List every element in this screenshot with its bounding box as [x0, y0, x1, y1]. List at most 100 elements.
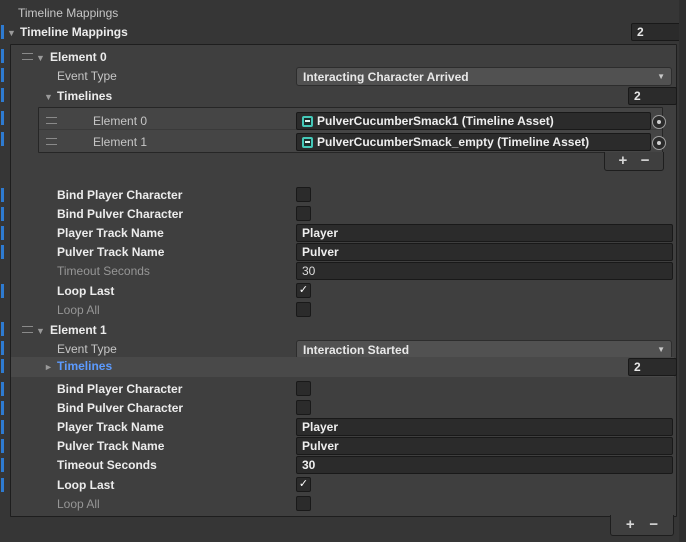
remove-element-button[interactable]: −	[641, 153, 650, 169]
loop-all-checkbox-0[interactable]	[296, 302, 311, 317]
check-icon: ✓	[299, 478, 308, 491]
override-bar	[1, 88, 4, 102]
bind-pulver-label: Bind Pulver Character	[57, 400, 183, 416]
loop-last-label: Loop Last	[57, 477, 114, 493]
player-track-value: Player	[302, 420, 338, 434]
loop-last-checkbox-0[interactable]: ✓	[296, 283, 311, 298]
override-bar	[1, 226, 4, 240]
event-type-value: Interaction Started	[303, 343, 409, 357]
timeline-object-value: PulverCucumberSmack_empty (Timeline Asse…	[317, 135, 589, 149]
object-picker-icon[interactable]	[652, 115, 666, 129]
override-bar	[1, 68, 4, 82]
main-foldout-label[interactable]: Timeline Mappings	[20, 24, 128, 40]
bind-pulver-checkbox-1[interactable]	[296, 400, 311, 415]
timelines-foldout-0[interactable]: Timelines	[57, 88, 112, 104]
timeline-asset-icon	[302, 137, 313, 148]
override-bar	[1, 401, 4, 415]
override-bar	[1, 188, 4, 202]
player-track-label: Player Track Name	[57, 225, 164, 241]
override-bar	[1, 245, 4, 259]
object-picker-icon[interactable]	[652, 136, 666, 150]
override-bar	[1, 341, 4, 355]
pulver-track-input-0[interactable]: Pulver	[296, 243, 673, 261]
timeout-input-0[interactable]: 30	[296, 262, 673, 280]
right-gutter	[679, 0, 686, 542]
loop-last-label: Loop Last	[57, 283, 114, 299]
override-bar	[1, 458, 4, 472]
array-size-field[interactable]: 2	[631, 23, 681, 41]
bind-player-label: Bind Player Character	[57, 187, 182, 203]
player-track-input-0[interactable]: Player	[296, 224, 673, 242]
check-icon: ✓	[299, 284, 308, 297]
player-track-input-1[interactable]: Player	[296, 418, 673, 436]
loop-all-label: Loop All	[57, 302, 100, 318]
bind-pulver-label: Bind Pulver Character	[57, 206, 183, 222]
array-size-value: 2	[637, 25, 644, 39]
drag-handle[interactable]	[22, 326, 33, 333]
override-bar	[1, 382, 4, 396]
bind-player-label: Bind Player Character	[57, 381, 182, 397]
add-element-button[interactable]: +	[626, 517, 635, 533]
player-track-value: Player	[302, 226, 338, 240]
pulver-track-label: Pulver Track Name	[57, 438, 164, 454]
bind-player-checkbox-0[interactable]	[296, 187, 311, 202]
timeout-value: 30	[302, 458, 315, 472]
foldout-open-icon[interactable]: ▼	[36, 324, 45, 338]
timeout-label: Timeout Seconds	[57, 263, 150, 279]
override-bar	[1, 111, 4, 125]
add-element-button[interactable]: +	[618, 153, 627, 169]
timeline-object-field-1[interactable]: PulverCucumberSmack_empty (Timeline Asse…	[296, 133, 651, 151]
timelines-size-field-1[interactable]: 2	[628, 358, 677, 376]
timeout-value: 30	[302, 264, 315, 278]
foldout-open-icon[interactable]: ▼	[36, 51, 45, 65]
element-0-title[interactable]: Element 0	[50, 49, 107, 65]
player-track-label: Player Track Name	[57, 419, 164, 435]
timelines-size-value: 2	[634, 89, 641, 103]
timeline-asset-icon	[302, 116, 313, 127]
foldout-open-icon[interactable]: ▼	[44, 90, 53, 104]
timelines-size-value: 2	[634, 360, 641, 374]
loop-last-checkbox-1[interactable]: ✓	[296, 477, 311, 492]
timelines-size-field-0[interactable]: 2	[628, 87, 677, 105]
event-type-dropdown-0[interactable]: Interacting Character Arrived ▼	[296, 67, 672, 86]
foldout-open-icon[interactable]: ▼	[7, 26, 16, 40]
override-bar	[1, 359, 4, 373]
bind-player-checkbox-1[interactable]	[296, 381, 311, 396]
timeout-label: Timeout Seconds	[57, 457, 157, 473]
event-type-label: Event Type	[57, 68, 117, 84]
drag-handle[interactable]	[22, 53, 33, 60]
element-1-title[interactable]: Element 1	[50, 322, 107, 338]
pulver-track-value: Pulver	[302, 245, 339, 259]
pulver-track-label: Pulver Track Name	[57, 244, 164, 260]
timeout-input-1[interactable]: 30	[296, 456, 673, 474]
script-field-label: Timeline Mappings	[18, 5, 118, 21]
override-bar	[1, 25, 4, 39]
timeline-object-value: PulverCucumberSmack1 (Timeline Asset)	[317, 114, 554, 128]
override-bar	[1, 322, 4, 336]
chevron-down-icon: ▼	[657, 345, 665, 354]
drag-handle[interactable]	[46, 117, 57, 124]
event-type-label: Event Type	[57, 341, 117, 357]
override-bar	[1, 49, 4, 63]
bind-pulver-checkbox-0[interactable]	[296, 206, 311, 221]
override-bar	[1, 439, 4, 453]
foldout-closed-icon[interactable]: ►	[44, 360, 53, 374]
override-bar	[1, 420, 4, 434]
event-type-value: Interacting Character Arrived	[303, 70, 469, 84]
chevron-down-icon: ▼	[657, 72, 665, 81]
override-bar	[1, 132, 4, 146]
timelines-list-footer: + −	[604, 152, 664, 171]
timeline-item-1-label: Element 1	[93, 134, 147, 150]
mappings-list-footer: + −	[610, 515, 674, 536]
loop-all-checkbox-1[interactable]	[296, 496, 311, 511]
timeline-item-0-label: Element 0	[93, 113, 147, 129]
timeline-object-field-0[interactable]: PulverCucumberSmack1 (Timeline Asset)	[296, 112, 651, 130]
pulver-track-value: Pulver	[302, 439, 339, 453]
loop-all-label: Loop All	[57, 496, 100, 512]
remove-element-button[interactable]: −	[649, 517, 658, 533]
timelines-foldout-1[interactable]: Timelines	[57, 358, 112, 374]
drag-handle[interactable]	[46, 138, 57, 145]
pulver-track-input-1[interactable]: Pulver	[296, 437, 673, 455]
override-bar	[1, 284, 4, 298]
override-bar	[1, 478, 4, 492]
